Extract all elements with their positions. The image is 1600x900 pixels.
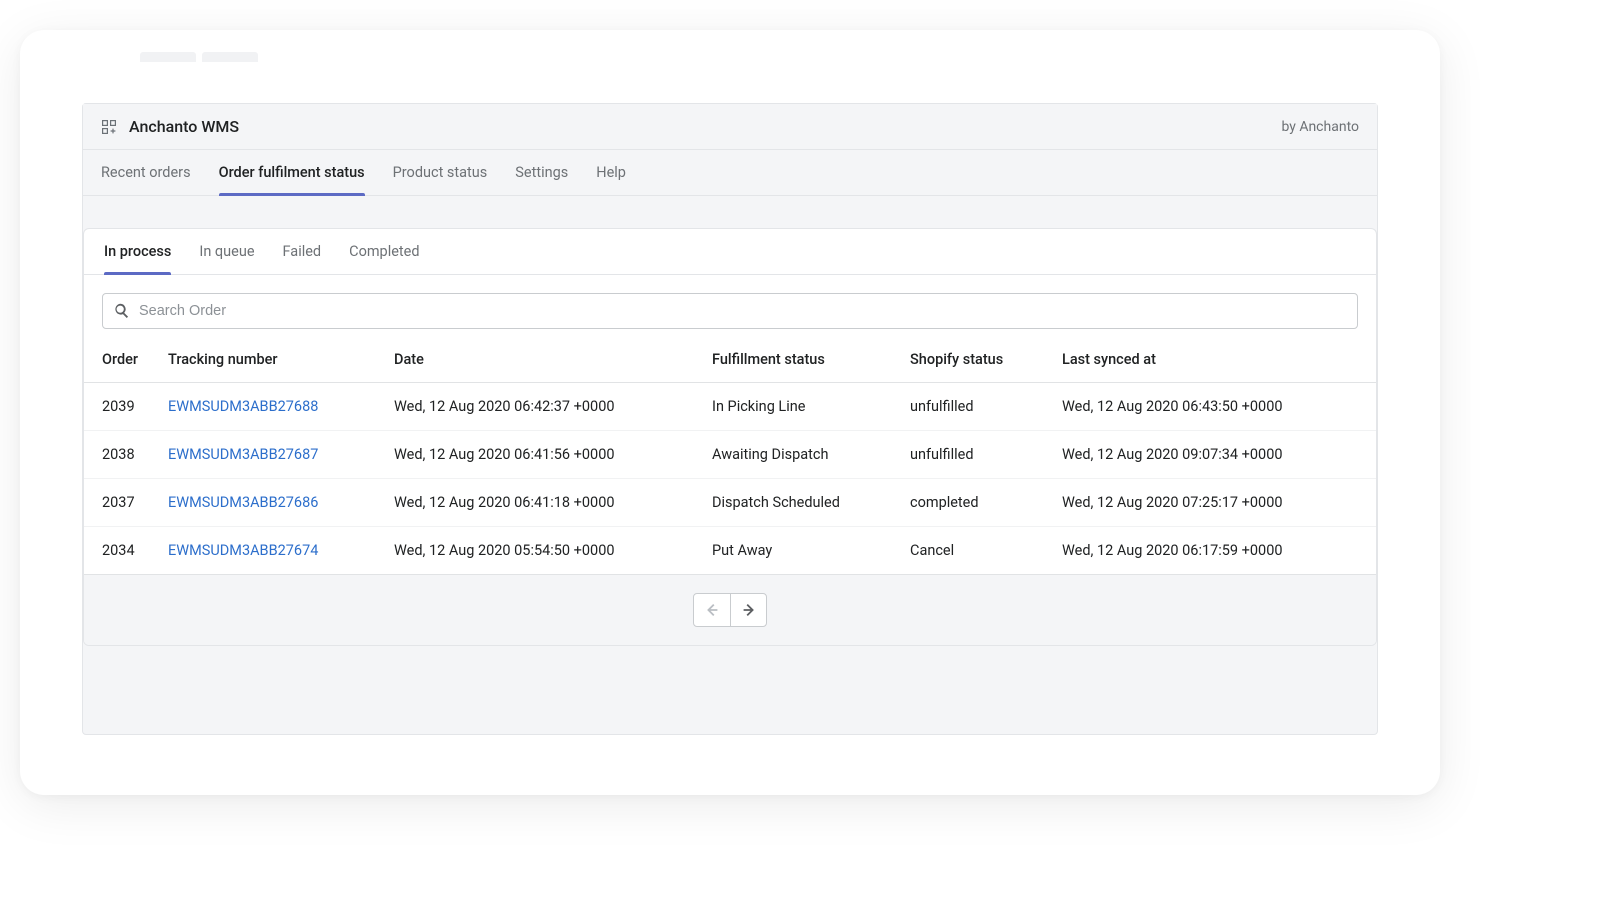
search-icon bbox=[113, 302, 131, 320]
cell-date: Wed, 12 Aug 2020 06:41:18 +0000 bbox=[394, 479, 712, 527]
cell-fulfillment: Dispatch Scheduled bbox=[712, 479, 910, 527]
cell-synced: Wed, 12 Aug 2020 07:25:17 +0000 bbox=[1062, 479, 1376, 527]
app-window: Anchanto WMS by Anchanto Recent orders O… bbox=[20, 30, 1440, 795]
subtab-in-queue[interactable]: In queue bbox=[199, 229, 254, 274]
tab-help[interactable]: Help bbox=[596, 150, 626, 195]
tracking-link[interactable]: EWMSUDM3ABB27687 bbox=[168, 446, 318, 463]
top-tabs: Recent orders Order fulfilment status Pr… bbox=[83, 150, 1377, 196]
orders-table: Order Tracking number Date Fulfillment s… bbox=[84, 339, 1376, 574]
app-icon bbox=[101, 119, 117, 135]
content-area: In process In queue Failed Completed bbox=[83, 196, 1377, 734]
orders-card: In process In queue Failed Completed bbox=[83, 228, 1377, 646]
subtab-failed[interactable]: Failed bbox=[283, 229, 322, 274]
cell-fulfillment: Put Away bbox=[712, 527, 910, 575]
pagination bbox=[84, 574, 1376, 645]
col-fulfillment-status: Fulfillment status bbox=[712, 339, 910, 383]
tab-order-fulfilment-status[interactable]: Order fulfilment status bbox=[219, 150, 365, 195]
arrow-right-icon bbox=[740, 601, 758, 619]
app-header: Anchanto WMS by Anchanto bbox=[83, 104, 1377, 150]
tab-recent-orders[interactable]: Recent orders bbox=[101, 150, 191, 195]
col-last-synced: Last synced at bbox=[1062, 339, 1376, 383]
table-row: 2038 EWMSUDM3ABB27687 Wed, 12 Aug 2020 0… bbox=[84, 431, 1376, 479]
cell-synced: Wed, 12 Aug 2020 06:43:50 +0000 bbox=[1062, 383, 1376, 431]
subtab-completed[interactable]: Completed bbox=[349, 229, 419, 274]
tracking-link[interactable]: EWMSUDM3ABB27674 bbox=[168, 542, 318, 559]
cell-shopify: unfulfilled bbox=[910, 383, 1062, 431]
table-row: 2034 EWMSUDM3ABB27674 Wed, 12 Aug 2020 0… bbox=[84, 527, 1376, 575]
cell-shopify: completed bbox=[910, 479, 1062, 527]
arrow-left-icon bbox=[703, 601, 721, 619]
cell-order: 2038 bbox=[84, 431, 168, 479]
tab-product-status[interactable]: Product status bbox=[393, 150, 488, 195]
next-page-button[interactable] bbox=[730, 594, 766, 626]
cell-order: 2034 bbox=[84, 527, 168, 575]
tracking-link[interactable]: EWMSUDM3ABB27686 bbox=[168, 494, 318, 511]
col-tracking: Tracking number bbox=[168, 339, 394, 383]
cell-synced: Wed, 12 Aug 2020 06:17:59 +0000 bbox=[1062, 527, 1376, 575]
cell-date: Wed, 12 Aug 2020 05:54:50 +0000 bbox=[394, 527, 712, 575]
tracking-link[interactable]: EWMSUDM3ABB27688 bbox=[168, 398, 318, 415]
search-box[interactable] bbox=[102, 293, 1358, 329]
table-row: 2037 EWMSUDM3ABB27686 Wed, 12 Aug 2020 0… bbox=[84, 479, 1376, 527]
app-vendor: by Anchanto bbox=[1281, 119, 1359, 135]
table-row: 2039 EWMSUDM3ABB27688 Wed, 12 Aug 2020 0… bbox=[84, 383, 1376, 431]
cell-date: Wed, 12 Aug 2020 06:41:56 +0000 bbox=[394, 431, 712, 479]
prev-page-button[interactable] bbox=[694, 594, 730, 626]
sub-tabs: In process In queue Failed Completed bbox=[84, 229, 1376, 275]
cell-date: Wed, 12 Aug 2020 06:42:37 +0000 bbox=[394, 383, 712, 431]
cell-shopify: Cancel bbox=[910, 527, 1062, 575]
cell-fulfillment: Awaiting Dispatch bbox=[712, 431, 910, 479]
col-shopify-status: Shopify status bbox=[910, 339, 1062, 383]
app-title: Anchanto WMS bbox=[129, 117, 239, 136]
subtab-in-process[interactable]: In process bbox=[104, 229, 171, 274]
search-input[interactable] bbox=[139, 303, 1347, 319]
browser-tabs-decoration bbox=[140, 52, 260, 64]
tab-settings[interactable]: Settings bbox=[515, 150, 568, 195]
cell-order: 2039 bbox=[84, 383, 168, 431]
cell-synced: Wed, 12 Aug 2020 09:07:34 +0000 bbox=[1062, 431, 1376, 479]
cell-order: 2037 bbox=[84, 479, 168, 527]
cell-shopify: unfulfilled bbox=[910, 431, 1062, 479]
app-panel: Anchanto WMS by Anchanto Recent orders O… bbox=[82, 103, 1378, 735]
col-order: Order bbox=[84, 339, 168, 383]
col-date: Date bbox=[394, 339, 712, 383]
cell-fulfillment: In Picking Line bbox=[712, 383, 910, 431]
